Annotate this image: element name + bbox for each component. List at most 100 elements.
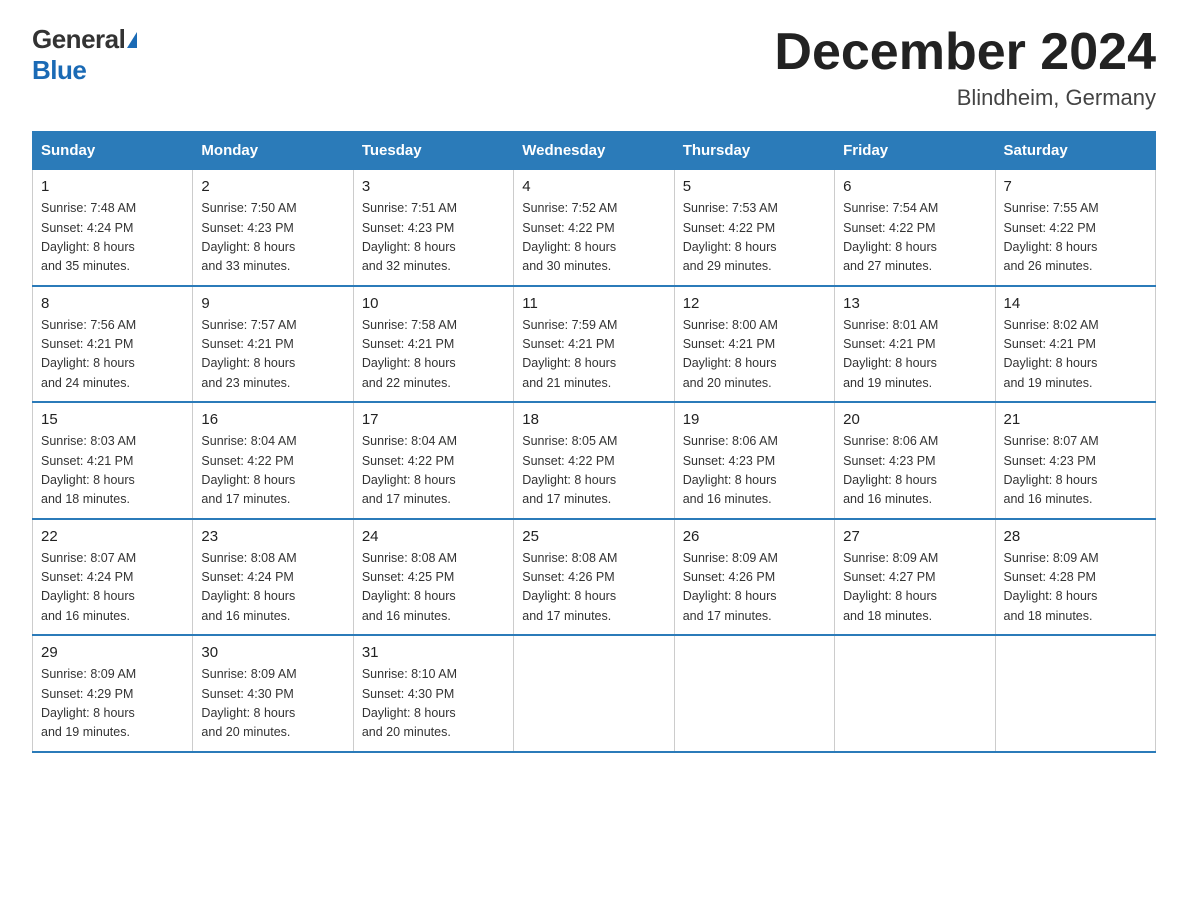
table-row: 30 Sunrise: 8:09 AMSunset: 4:30 PMDaylig…: [193, 635, 353, 752]
day-number: 17: [362, 411, 505, 428]
day-info: Sunrise: 8:05 AMSunset: 4:22 PMDaylight:…: [522, 432, 665, 510]
table-row: 28 Sunrise: 8:09 AMSunset: 4:28 PMDaylig…: [995, 519, 1155, 636]
day-number: 11: [522, 295, 665, 312]
day-number: 2: [201, 178, 344, 195]
page-header: General Blue December 2024 Blindheim, Ge…: [32, 24, 1156, 111]
day-info: Sunrise: 8:07 AMSunset: 4:24 PMDaylight:…: [41, 549, 184, 627]
table-row: 24 Sunrise: 8:08 AMSunset: 4:25 PMDaylig…: [353, 519, 513, 636]
day-number: 15: [41, 411, 184, 428]
day-number: 6: [843, 178, 986, 195]
logo-general-text: General: [32, 24, 125, 55]
table-row: 8 Sunrise: 7:56 AMSunset: 4:21 PMDayligh…: [33, 286, 193, 403]
col-sunday: Sunday: [33, 132, 193, 170]
day-info: Sunrise: 8:06 AMSunset: 4:23 PMDaylight:…: [843, 432, 986, 510]
day-number: 21: [1004, 411, 1147, 428]
day-info: Sunrise: 7:57 AMSunset: 4:21 PMDaylight:…: [201, 316, 344, 394]
day-info: Sunrise: 8:07 AMSunset: 4:23 PMDaylight:…: [1004, 432, 1147, 510]
table-row: 4 Sunrise: 7:52 AMSunset: 4:22 PMDayligh…: [514, 170, 674, 286]
day-number: 13: [843, 295, 986, 312]
day-number: 26: [683, 528, 826, 545]
table-row: [995, 635, 1155, 752]
calendar-week-row: 15 Sunrise: 8:03 AMSunset: 4:21 PMDaylig…: [33, 402, 1156, 519]
day-number: 22: [41, 528, 184, 545]
day-info: Sunrise: 7:58 AMSunset: 4:21 PMDaylight:…: [362, 316, 505, 394]
day-info: Sunrise: 8:10 AMSunset: 4:30 PMDaylight:…: [362, 665, 505, 743]
calendar-week-row: 22 Sunrise: 8:07 AMSunset: 4:24 PMDaylig…: [33, 519, 1156, 636]
table-row: 15 Sunrise: 8:03 AMSunset: 4:21 PMDaylig…: [33, 402, 193, 519]
table-row: 31 Sunrise: 8:10 AMSunset: 4:30 PMDaylig…: [353, 635, 513, 752]
day-info: Sunrise: 7:54 AMSunset: 4:22 PMDaylight:…: [843, 199, 986, 277]
logo: General Blue: [32, 24, 137, 86]
table-row: 18 Sunrise: 8:05 AMSunset: 4:22 PMDaylig…: [514, 402, 674, 519]
day-info: Sunrise: 8:09 AMSunset: 4:26 PMDaylight:…: [683, 549, 826, 627]
logo-blue-text: Blue: [32, 55, 86, 86]
day-info: Sunrise: 7:51 AMSunset: 4:23 PMDaylight:…: [362, 199, 505, 277]
day-number: 30: [201, 644, 344, 661]
col-wednesday: Wednesday: [514, 132, 674, 170]
calendar-header-row: Sunday Monday Tuesday Wednesday Thursday…: [33, 132, 1156, 170]
day-number: 23: [201, 528, 344, 545]
table-row: [514, 635, 674, 752]
table-row: 9 Sunrise: 7:57 AMSunset: 4:21 PMDayligh…: [193, 286, 353, 403]
table-row: 14 Sunrise: 8:02 AMSunset: 4:21 PMDaylig…: [995, 286, 1155, 403]
day-info: Sunrise: 8:02 AMSunset: 4:21 PMDaylight:…: [1004, 316, 1147, 394]
day-info: Sunrise: 8:06 AMSunset: 4:23 PMDaylight:…: [683, 432, 826, 510]
table-row: [674, 635, 834, 752]
day-number: 29: [41, 644, 184, 661]
day-number: 10: [362, 295, 505, 312]
day-info: Sunrise: 7:56 AMSunset: 4:21 PMDaylight:…: [41, 316, 184, 394]
calendar-week-row: 29 Sunrise: 8:09 AMSunset: 4:29 PMDaylig…: [33, 635, 1156, 752]
calendar-week-row: 1 Sunrise: 7:48 AMSunset: 4:24 PMDayligh…: [33, 170, 1156, 286]
table-row: 17 Sunrise: 8:04 AMSunset: 4:22 PMDaylig…: [353, 402, 513, 519]
table-row: 2 Sunrise: 7:50 AMSunset: 4:23 PMDayligh…: [193, 170, 353, 286]
table-row: 1 Sunrise: 7:48 AMSunset: 4:24 PMDayligh…: [33, 170, 193, 286]
table-row: 25 Sunrise: 8:08 AMSunset: 4:26 PMDaylig…: [514, 519, 674, 636]
table-row: 22 Sunrise: 8:07 AMSunset: 4:24 PMDaylig…: [33, 519, 193, 636]
col-monday: Monday: [193, 132, 353, 170]
day-info: Sunrise: 8:04 AMSunset: 4:22 PMDaylight:…: [362, 432, 505, 510]
day-number: 7: [1004, 178, 1147, 195]
table-row: 27 Sunrise: 8:09 AMSunset: 4:27 PMDaylig…: [835, 519, 995, 636]
day-number: 28: [1004, 528, 1147, 545]
calendar-table: Sunday Monday Tuesday Wednesday Thursday…: [32, 131, 1156, 753]
day-number: 31: [362, 644, 505, 661]
day-info: Sunrise: 7:59 AMSunset: 4:21 PMDaylight:…: [522, 316, 665, 394]
table-row: 13 Sunrise: 8:01 AMSunset: 4:21 PMDaylig…: [835, 286, 995, 403]
col-saturday: Saturday: [995, 132, 1155, 170]
day-number: 24: [362, 528, 505, 545]
table-row: 23 Sunrise: 8:08 AMSunset: 4:24 PMDaylig…: [193, 519, 353, 636]
table-row: 7 Sunrise: 7:55 AMSunset: 4:22 PMDayligh…: [995, 170, 1155, 286]
day-number: 18: [522, 411, 665, 428]
day-info: Sunrise: 7:50 AMSunset: 4:23 PMDaylight:…: [201, 199, 344, 277]
day-info: Sunrise: 7:53 AMSunset: 4:22 PMDaylight:…: [683, 199, 826, 277]
table-row: 29 Sunrise: 8:09 AMSunset: 4:29 PMDaylig…: [33, 635, 193, 752]
col-tuesday: Tuesday: [353, 132, 513, 170]
table-row: 11 Sunrise: 7:59 AMSunset: 4:21 PMDaylig…: [514, 286, 674, 403]
day-number: 5: [683, 178, 826, 195]
day-info: Sunrise: 8:09 AMSunset: 4:28 PMDaylight:…: [1004, 549, 1147, 627]
day-info: Sunrise: 7:48 AMSunset: 4:24 PMDaylight:…: [41, 199, 184, 277]
day-info: Sunrise: 8:01 AMSunset: 4:21 PMDaylight:…: [843, 316, 986, 394]
day-number: 3: [362, 178, 505, 195]
col-thursday: Thursday: [674, 132, 834, 170]
day-number: 25: [522, 528, 665, 545]
table-row: 20 Sunrise: 8:06 AMSunset: 4:23 PMDaylig…: [835, 402, 995, 519]
day-info: Sunrise: 8:09 AMSunset: 4:30 PMDaylight:…: [201, 665, 344, 743]
day-info: Sunrise: 8:09 AMSunset: 4:29 PMDaylight:…: [41, 665, 184, 743]
table-row: 16 Sunrise: 8:04 AMSunset: 4:22 PMDaylig…: [193, 402, 353, 519]
calendar-week-row: 8 Sunrise: 7:56 AMSunset: 4:21 PMDayligh…: [33, 286, 1156, 403]
day-number: 4: [522, 178, 665, 195]
day-info: Sunrise: 8:00 AMSunset: 4:21 PMDaylight:…: [683, 316, 826, 394]
day-number: 9: [201, 295, 344, 312]
day-info: Sunrise: 7:52 AMSunset: 4:22 PMDaylight:…: [522, 199, 665, 277]
table-row: 21 Sunrise: 8:07 AMSunset: 4:23 PMDaylig…: [995, 402, 1155, 519]
day-info: Sunrise: 8:08 AMSunset: 4:25 PMDaylight:…: [362, 549, 505, 627]
day-number: 12: [683, 295, 826, 312]
day-number: 8: [41, 295, 184, 312]
title-block: December 2024 Blindheim, Germany: [774, 24, 1156, 111]
day-info: Sunrise: 7:55 AMSunset: 4:22 PMDaylight:…: [1004, 199, 1147, 277]
month-title: December 2024: [774, 24, 1156, 81]
day-number: 14: [1004, 295, 1147, 312]
table-row: 10 Sunrise: 7:58 AMSunset: 4:21 PMDaylig…: [353, 286, 513, 403]
table-row: [835, 635, 995, 752]
